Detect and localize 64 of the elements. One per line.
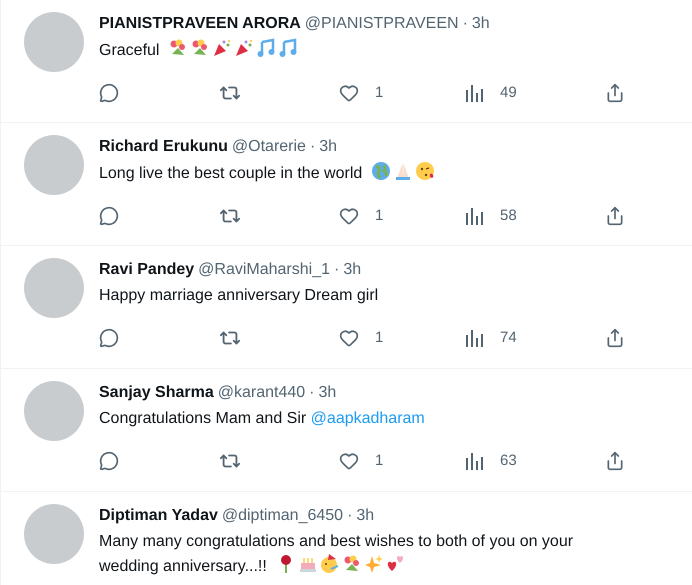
share-icon: [605, 206, 625, 226]
like-button[interactable]: 1: [339, 82, 465, 104]
heart-icon: [339, 451, 359, 471]
like-button[interactable]: 1: [339, 450, 465, 472]
bar-chart-icon: [465, 206, 484, 226]
author-handle[interactable]: @karant440: [218, 381, 306, 405]
bar-chart-icon: [465, 328, 484, 348]
share-button[interactable]: [605, 328, 625, 348]
author-handle[interactable]: @Otarerie: [232, 135, 306, 159]
author-handle[interactable]: @RaviMaharshi_1: [198, 258, 330, 282]
share-button[interactable]: [605, 451, 625, 471]
music-notes-emoji-icon: [278, 38, 298, 58]
music-notes-emoji-icon: [256, 38, 276, 58]
author-name[interactable]: PIANISTPRAVEEN ARORA: [99, 12, 301, 36]
views-button[interactable]: 74: [465, 326, 605, 350]
share-icon: [605, 83, 625, 103]
separator-dot: ·: [462, 14, 468, 34]
bar-chart-icon: [465, 452, 484, 470]
comment-icon: [99, 206, 119, 226]
kissing-face-emoji-icon: [415, 161, 436, 181]
comment-icon: [99, 451, 119, 471]
views-button[interactable]: 63: [465, 450, 605, 472]
party-face-emoji-icon: [320, 554, 340, 574]
post-time[interactable]: 3h: [319, 135, 338, 159]
reply-text: Many many congratulations and best wishes to both of you on your: [99, 533, 574, 550]
bouquet-emoji-icon: [342, 554, 362, 574]
heart-icon: [339, 83, 359, 103]
author-name[interactable]: Sanjay Sharma: [99, 381, 214, 405]
share-icon: [605, 451, 625, 471]
party-popper-emoji-icon: [212, 38, 232, 58]
like-button[interactable]: 1: [339, 204, 465, 228]
reply-text: Graceful: [99, 42, 160, 59]
separator-dot: ·: [310, 137, 316, 157]
post-time[interactable]: 3h: [343, 258, 362, 282]
author-name[interactable]: Diptiman Yadav: [99, 504, 218, 528]
like-button[interactable]: 1: [339, 326, 465, 350]
post-time[interactable]: 3h: [356, 504, 374, 528]
heart-icon: [339, 206, 359, 226]
share-button[interactable]: [605, 206, 625, 226]
share-button[interactable]: [605, 83, 625, 103]
comment-icon: [99, 83, 119, 103]
separator-dot: ·: [347, 506, 352, 526]
heart-icon: [339, 328, 359, 348]
bar-chart-icon: [465, 84, 484, 102]
post-time[interactable]: 3h: [472, 12, 490, 36]
reply-text: wedding anniversary...!!: [99, 558, 267, 575]
sparkles-emoji-icon: [364, 554, 384, 574]
views-button[interactable]: 58: [465, 204, 605, 228]
comment-icon: [99, 328, 119, 348]
author-handle[interactable]: @PIANISTPRAVEEN: [304, 12, 459, 36]
share-icon: [605, 328, 625, 348]
party-popper-emoji-icon: [234, 38, 254, 58]
post-time[interactable]: 3h: [318, 381, 336, 405]
author-handle[interactable]: @diptiman_6450: [222, 504, 344, 528]
author-name[interactable]: Ravi Pandey: [99, 258, 194, 282]
reply-text: Long live the best couple in the world: [99, 165, 362, 182]
views-button[interactable]: 49: [465, 82, 605, 104]
hearts-emoji-icon: [386, 554, 406, 574]
separator-dot: ·: [309, 383, 314, 403]
globe-emoji-icon: [371, 161, 392, 181]
author-name[interactable]: Richard Erukunu: [99, 135, 228, 159]
reply-text: Congratulations Mam and Sir: [99, 410, 306, 427]
reply-text: Happy marriage anniversary Dream girl: [99, 287, 378, 304]
separator-dot: ·: [334, 260, 340, 280]
